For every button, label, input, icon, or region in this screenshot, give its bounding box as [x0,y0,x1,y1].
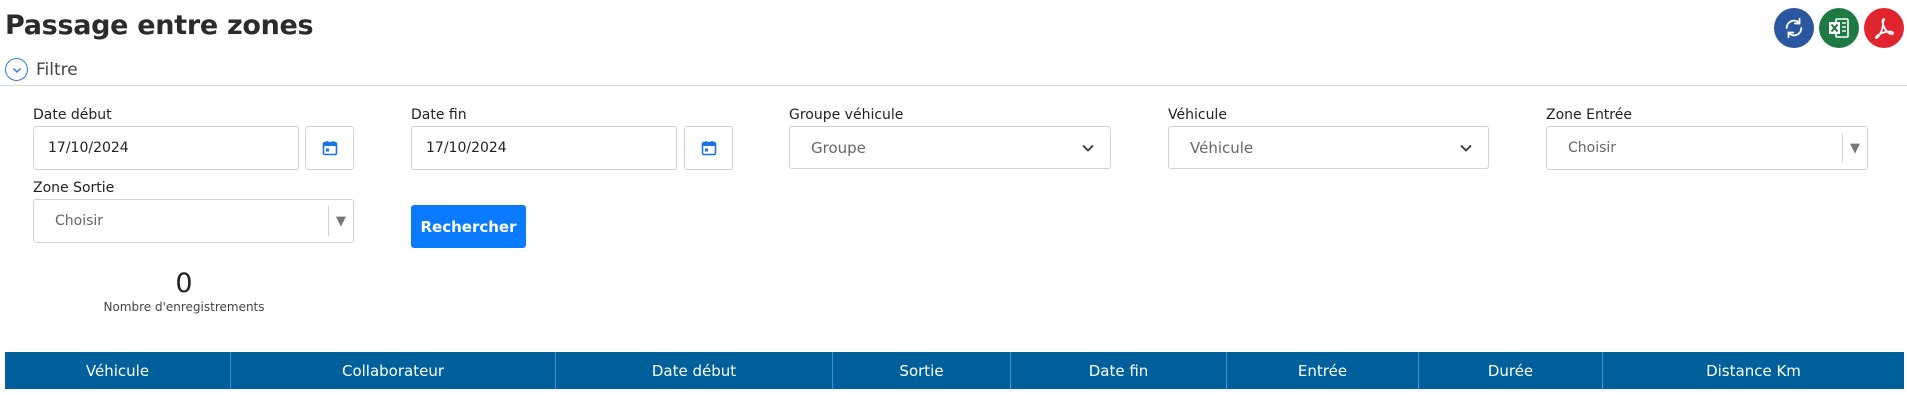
vehicule-label: Véhicule [1168,107,1227,123]
column-header-duree[interactable]: Durée [1419,352,1603,389]
search-button[interactable]: Rechercher [411,205,526,248]
groupe-vehicule-label: Groupe véhicule [789,107,904,123]
groupe-vehicule-select[interactable]: Groupe [789,126,1111,169]
column-header-sortie[interactable]: Sortie [833,352,1011,389]
calendar-icon [701,141,716,156]
vehicule-value: Véhicule [1190,138,1254,157]
zone-sortie-label: Zone Sortie [33,180,115,196]
zone-sortie-value: Choisir [55,213,104,229]
dropdown-arrow-icon[interactable]: ▼ [328,206,353,236]
zone-sortie-combobox[interactable]: Choisir ▼ [33,199,354,243]
record-count-value: 0 [175,268,193,299]
zone-entree-combobox[interactable]: Choisir ▼ [1546,126,1868,170]
column-header-collaborateur[interactable]: Collaborateur [231,352,556,389]
groupe-vehicule-value: Groupe [811,138,866,157]
top-actions [1774,8,1904,48]
date-debut-calendar-button[interactable] [305,126,354,170]
column-header-date-debut[interactable]: Date début [556,352,833,389]
vehicule-select[interactable]: Véhicule [1168,126,1489,169]
date-debut-input[interactable]: 17/10/2024 [33,126,299,170]
table-header: Véhicule Collaborateur Date début Sortie… [5,352,1904,389]
chevron-down-icon [5,58,28,81]
excel-icon [1829,18,1849,38]
calendar-icon [322,141,337,156]
filter-divider [0,85,1907,86]
date-fin-label: Date fin [411,107,467,123]
record-count-label: Nombre d'enregistrements [103,300,265,314]
pdf-export-button[interactable] [1864,8,1904,48]
chevron-down-icon [1082,144,1094,152]
pdf-icon [1875,18,1894,39]
refresh-button[interactable] [1774,8,1814,48]
dropdown-arrow-icon[interactable]: ▼ [1842,133,1867,163]
excel-export-button[interactable] [1819,8,1859,48]
refresh-icon [1785,17,1803,39]
chevron-down-icon [1460,144,1472,152]
date-fin-input[interactable]: 17/10/2024 [411,126,677,170]
zone-entree-label: Zone Entrée [1546,107,1632,123]
column-header-vehicule[interactable]: Véhicule [5,352,231,389]
record-count: 0 Nombre d'enregistrements [100,268,268,314]
page-title: Passage entre zones [5,10,314,41]
date-fin-calendar-button[interactable] [684,126,733,170]
filter-label: Filtre [36,59,78,80]
filter-toggle[interactable]: Filtre [5,58,78,81]
column-header-distance-km[interactable]: Distance Km [1603,352,1904,389]
date-debut-label: Date début [33,107,112,123]
zone-entree-value: Choisir [1568,140,1617,156]
column-header-date-fin[interactable]: Date fin [1011,352,1227,389]
column-header-entree[interactable]: Entrée [1227,352,1419,389]
